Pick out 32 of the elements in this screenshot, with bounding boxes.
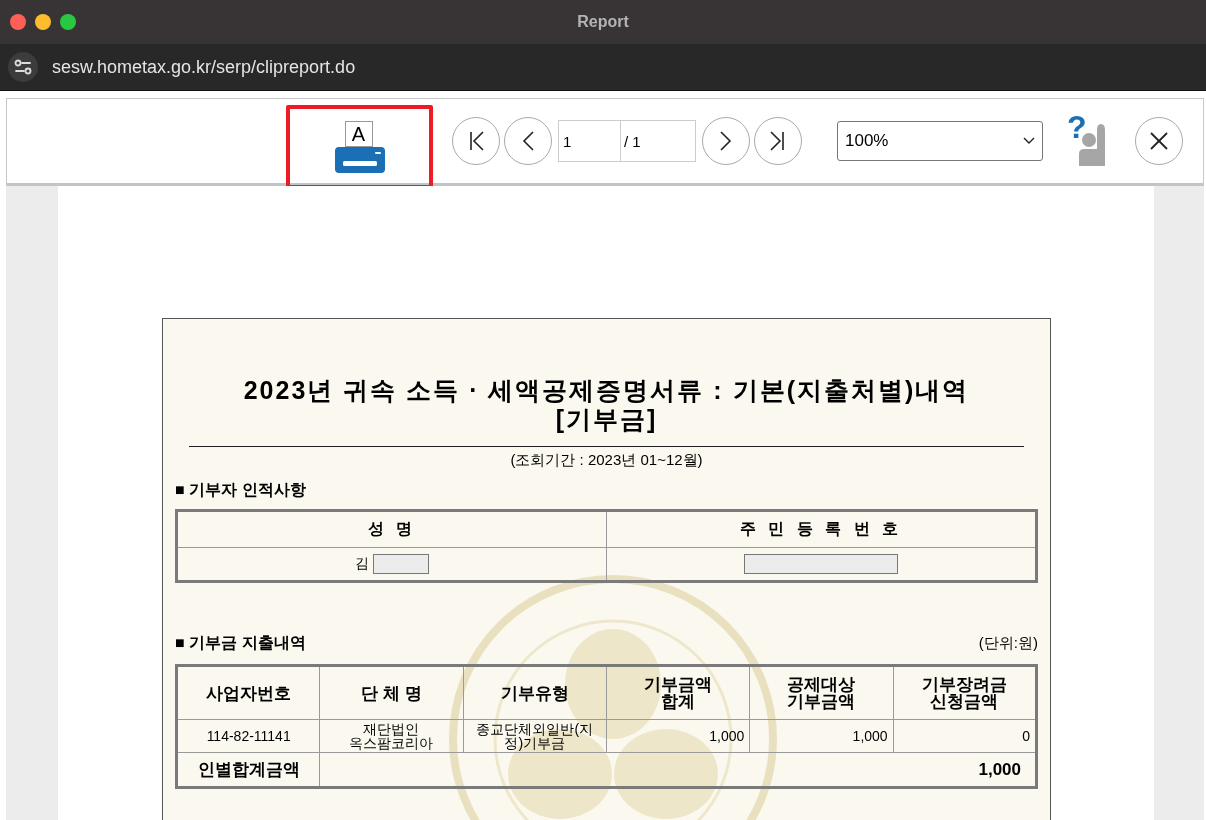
sliders-icon [13, 59, 33, 75]
chevron-right-icon [719, 130, 733, 152]
help-button[interactable]: ? [1063, 116, 1113, 166]
column-header: 기부유형 [463, 665, 607, 720]
zoom-window-button[interactable] [60, 14, 76, 30]
column-header: 기부금액 합계 [606, 665, 750, 720]
table-cell: 114-82-11141 [176, 719, 320, 753]
column-header: 사업자번호 [176, 665, 320, 720]
name-text: 김 [355, 555, 370, 573]
site-settings-button[interactable] [8, 52, 38, 82]
column-header: 성 명 [176, 510, 607, 548]
close-window-button[interactable] [10, 14, 26, 30]
document-title: 2023년 귀속 소득 · 세액공제증명서류 : 기본(지출처별)내역 [기부금] [242, 376, 971, 434]
window-title: Report [577, 13, 629, 31]
column-header: 공제대상 기부금액 [749, 665, 894, 720]
unit-label: (단위:원) [978, 634, 1038, 653]
minimize-window-button[interactable] [35, 14, 51, 30]
section-heading: ■ 기부자 인적사항 [175, 480, 307, 500]
table-cell: 종교단체외일반(지 정)기부금 [463, 719, 607, 753]
table-cell: 재단법인 옥스팜코리아 [319, 719, 464, 753]
table-cell: 1,000 [749, 719, 894, 753]
chevron-down-icon [1023, 137, 1035, 145]
column-header: 단 체 명 [319, 665, 464, 720]
close-icon [1149, 131, 1169, 151]
page-total: / 1 [621, 120, 696, 162]
inquiry-period: (조회기간 : 2023년 01~12월) [509, 451, 704, 470]
table-cell: 1,000 [606, 719, 750, 753]
section-heading: ■ 기부금 지출내역 [175, 633, 306, 653]
zoom-select[interactable]: 100% [837, 121, 1043, 161]
page-number-field[interactable]: 1 [558, 120, 621, 162]
chevron-left-icon [521, 130, 535, 152]
url-text: sesw.hometax.go.kr/serp/clipreport.do [52, 56, 356, 78]
